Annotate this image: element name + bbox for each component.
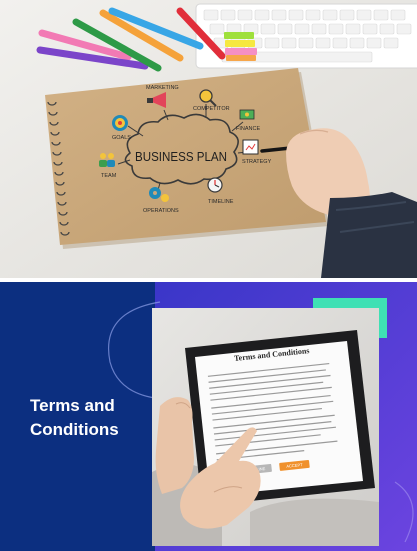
timeline-icon (207, 177, 223, 193)
banner-title-line2: Conditions (30, 420, 119, 439)
label-goals: GOALS (112, 135, 131, 141)
plan-title: BUSINESS PLAN (135, 149, 227, 164)
label-strategy: STRATEGY (242, 159, 272, 165)
business-plan-scene: BUSINESS PLAN GOALS MARKETING COMPETITOR… (0, 0, 417, 278)
holding-hand (155, 397, 194, 494)
label-marketing: MARKETING (146, 85, 179, 91)
target-icon (112, 115, 128, 131)
label-operations: OPERATIONS (143, 208, 179, 214)
business-plan-photo: BUSINESS PLAN GOALS MARKETING COMPETITOR… (0, 0, 417, 278)
terms-banner: Terms and Conditions D (0, 282, 417, 551)
money-icon (239, 109, 255, 120)
strategy-board-icon (242, 139, 259, 155)
tablet-photo: Terms and Conditions D (152, 308, 379, 546)
label-timeline: TIMELINE (208, 199, 234, 205)
label-team: TEAM (101, 173, 117, 179)
banner-title: Terms and Conditions (30, 394, 150, 442)
label-finance: FINANCE (236, 126, 260, 132)
sticky-note-tabs (224, 32, 257, 61)
label-competitor: COMPETITOR (193, 106, 230, 112)
banner-title-line1: Terms and (30, 396, 115, 415)
